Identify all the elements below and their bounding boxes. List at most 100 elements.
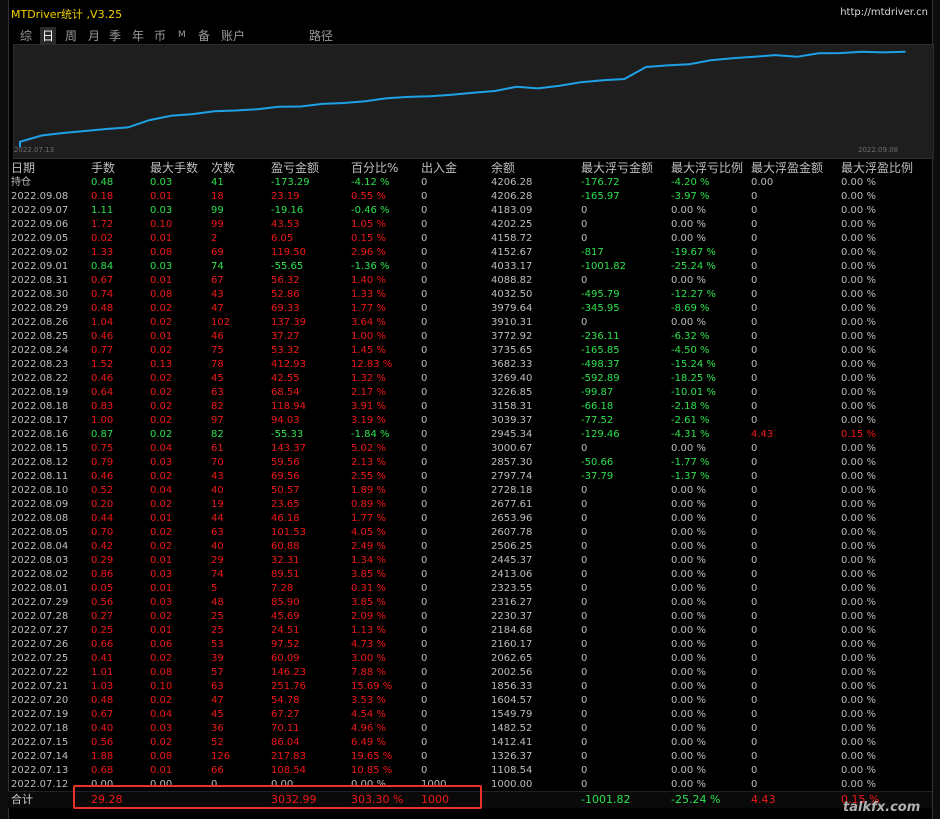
table-cell: 0 (581, 779, 588, 790)
table-row[interactable]: 2022.08.16 0.87 0.02 82 -55.33 -1.84 % 0 2945.3… (8, 428, 932, 442)
table-row[interactable]: 2022.08.08 0.44 0.01 44 46.18 1.77 % 0 2653.96 0… (8, 512, 932, 526)
table-cell: 0.00 % (671, 583, 706, 594)
table-row[interactable]: 2022.08.15 0.75 0.04 61 143.37 5.02 % 0 3000.67… (8, 442, 932, 456)
table-cell: 2.96 % (351, 247, 386, 258)
table-row[interactable]: 2022.08.17 1.00 0.02 97 94.03 3.19 % 0 3039.37 -… (8, 414, 932, 428)
table-row[interactable]: 2022.07.14 1.88 0.08 126 217.83 19.65 % 0 1326.… (8, 750, 932, 764)
column-header[interactable]: 百分比% (351, 160, 398, 176)
column-header[interactable]: 最大浮盈金额 (751, 160, 823, 176)
column-header[interactable]: 最大手数 (150, 160, 198, 176)
column-header[interactable]: 最大浮盈比例 (841, 160, 913, 176)
tab-quarter[interactable]: 季 (109, 27, 121, 44)
table-row[interactable]: 2022.07.19 0.67 0.04 45 67.27 4.54 % 0 1549.79 0… (8, 708, 932, 722)
table-cell: 146.23 (271, 667, 306, 678)
table-row[interactable]: 2022.07.27 0.25 0.01 25 24.51 1.13 % 0 2184.68 0… (8, 624, 932, 638)
table-cell: 0.00 % (841, 751, 876, 762)
table-cell: -3.97 % (671, 191, 710, 202)
column-header[interactable]: 次数 (211, 160, 235, 176)
table-cell: -345.95 (581, 303, 620, 314)
balance-point (450, 93, 453, 96)
table-cell: 2022.08.04 (11, 541, 69, 552)
table-cell: 6.49 % (351, 737, 386, 748)
table-cell: 4206.28 (491, 191, 533, 202)
table-cell: -19.67 % (671, 247, 716, 258)
table-row[interactable]: 2022.09.05 0.02 0.01 2 6.05 0.15 % 0 4158.72 0 0.… (8, 232, 932, 246)
table-row[interactable]: 2022.08.03 0.29 0.01 29 32.31 1.34 % 0 2445.37 0… (8, 554, 932, 568)
table-row[interactable]: 2022.08.09 0.20 0.02 19 23.65 0.89 % 0 2677.61 0… (8, 498, 932, 512)
column-header[interactable]: 出入金 (421, 160, 457, 176)
table-row[interactable]: 2022.07.26 0.66 0.06 53 97.52 4.73 % 0 2160.17 0… (8, 638, 932, 652)
balance-point (191, 113, 194, 115)
table-row[interactable]: 2022.07.21 1.03 0.10 63 251.76 15.69 % 0 1856.3… (8, 680, 932, 694)
table-cell: 2022.09.07 (11, 205, 69, 216)
table-row[interactable]: 2022.08.11 0.46 0.02 43 69.56 2.55 % 0 2797.74 -… (8, 470, 932, 484)
table-cell: -50.66 (581, 457, 614, 468)
table-row[interactable]: 2022.07.20 0.48 0.02 47 54.78 3.53 % 0 1604.57 0… (8, 694, 932, 708)
table-row[interactable]: 2022.08.30 0.74 0.08 43 52.86 1.33 % 0 4032.50 -… (8, 288, 932, 302)
tab-currency[interactable]: 币 (154, 27, 166, 44)
column-header[interactable]: 最大浮亏金额 (581, 160, 653, 176)
table-cell: -19.16 (271, 205, 304, 216)
table-row[interactable]: 2022.09.06 1.72 0.10 99 43.53 1.05 % 0 4202.25 0… (8, 218, 932, 232)
tab-magic[interactable]: M (178, 30, 186, 40)
table-row[interactable]: 2022.08.26 1.04 0.02 102 137.39 3.64 % 0 3910.3… (8, 316, 932, 330)
tab-month[interactable]: 月 (88, 27, 100, 44)
table-row[interactable]: 2022.08.29 0.48 0.02 47 69.33 1.77 % 0 3979.64 -… (8, 302, 932, 316)
table-row[interactable]: 2022.07.22 1.01 0.08 57 146.23 7.88 % 0 2002.56… (8, 666, 932, 680)
tab-week[interactable]: 周 (65, 27, 77, 44)
table-row[interactable]: 2022.09.01 0.84 0.03 74 -55.65 -1.36 % 0 4033.1… (8, 260, 932, 274)
table-cell: 0.52 (91, 485, 114, 496)
column-header[interactable]: 最大浮亏比例 (671, 160, 743, 176)
column-header[interactable]: 日期 (11, 160, 35, 176)
tab-overview[interactable]: 综 (20, 27, 32, 44)
table-cell: 3039.37 (491, 415, 533, 426)
table-cell: 0 (751, 583, 758, 594)
tab-year[interactable]: 年 (132, 27, 144, 44)
tab-path[interactable]: 路径 (309, 27, 333, 44)
tab-note[interactable]: 备 (198, 27, 210, 44)
table-row[interactable]: 2022.08.12 0.79 0.03 70 59.56 2.13 % 0 2857.30 -… (8, 456, 932, 470)
table-row[interactable]: 持仓 0.48 0.03 41 -173.29 -4.12 % 0 4206.28 -176.7… (8, 176, 932, 190)
table-cell: 0.46 (91, 471, 114, 482)
table-row[interactable]: 2022.07.25 0.41 0.02 39 60.09 3.00 % 0 2062.65 0… (8, 652, 932, 666)
table-cell: 43 (211, 289, 224, 300)
table-row[interactable]: 2022.07.28 0.27 0.02 25 45.69 2.09 % 0 2230.37 0… (8, 610, 932, 624)
table-row[interactable]: 2022.08.10 0.52 0.04 40 50.57 1.89 % 0 2728.18 0… (8, 484, 932, 498)
table-row[interactable]: 2022.08.01 0.05 0.01 5 7.28 0.31 % 0 2323.55 0 0.… (8, 582, 932, 596)
column-header[interactable]: 盈亏金额 (271, 160, 319, 176)
table-cell: 2.55 % (351, 471, 386, 482)
tab-account[interactable]: 账户 (221, 27, 245, 44)
table-row[interactable]: 2022.08.24 0.77 0.02 75 53.32 1.45 % 0 3735.65 -… (8, 344, 932, 358)
column-header[interactable]: 余额 (491, 160, 515, 176)
table-row[interactable]: 2022.09.02 1.33 0.08 69 119.50 2.96 % 0 4152.67… (8, 246, 932, 260)
table-cell: -176.72 (581, 177, 620, 188)
table-row[interactable]: 2022.08.25 0.46 0.01 46 37.27 1.00 % 0 3772.92 -… (8, 330, 932, 344)
table-cell: 0 (421, 751, 428, 762)
table-row[interactable]: 2022.07.15 0.56 0.02 52 86.04 6.49 % 0 1412.41 0… (8, 736, 932, 750)
table-row[interactable]: 2022.08.05 0.70 0.02 63 101.53 4.05 % 0 2607.78… (8, 526, 932, 540)
table-cell: 4.54 % (351, 709, 386, 720)
tab-day[interactable]: 日 (40, 27, 57, 44)
table-row[interactable]: 2022.08.18 0.83 0.02 82 118.94 3.91 % 0 3158.31… (8, 400, 932, 414)
column-header[interactable]: 手数 (91, 160, 115, 176)
table-row[interactable]: 2022.07.13 0.68 0.01 66 108.54 10.85 % 0 1108.5… (8, 764, 932, 778)
table-cell: -817 (581, 247, 604, 258)
table-cell: 0.10 (150, 681, 173, 692)
table-row[interactable]: 2022.08.04 0.42 0.02 40 60.88 2.49 % 0 2506.25 0… (8, 540, 932, 554)
table-cell: 持仓 (11, 177, 31, 188)
table-row[interactable]: 2022.09.07 1.11 0.03 99 -19.16 -0.46 % 0 4183.0… (8, 204, 932, 218)
table-row[interactable]: 2022.08.31 0.67 0.01 67 56.32 1.40 % 0 4088.82 0… (8, 274, 932, 288)
table-row[interactable]: 2022.08.22 0.46 0.02 45 42.55 1.32 % 0 3269.40 -… (8, 372, 932, 386)
table-row[interactable]: 2022.08.23 1.52 0.13 78 412.93 12.83 % 0 3682.3… (8, 358, 932, 372)
site-link[interactable]: http://mtdriver.cn (840, 7, 928, 18)
table-row[interactable]: 2022.08.02 0.86 0.03 74 89.51 3.85 % 0 2413.06 0… (8, 568, 932, 582)
table-cell: 0 (581, 737, 588, 748)
table-row[interactable]: 2022.07.18 0.40 0.03 36 70.11 4.96 % 0 1482.52 0… (8, 722, 932, 736)
table-row[interactable]: 2022.07.29 0.56 0.03 48 85.90 3.85 % 0 2316.27 0… (8, 596, 932, 610)
table-row[interactable]: 2022.08.19 0.64 0.02 63 68.54 2.17 % 0 3226.85 -… (8, 386, 932, 400)
table-cell: 0 (751, 387, 758, 398)
table-cell: 1108.54 (491, 765, 533, 776)
table-cell: 0.01 (150, 233, 173, 244)
table-row[interactable]: 2022.09.08 0.18 0.01 18 23.19 0.55 % 0 4206.28 -… (8, 190, 932, 204)
table-cell: 0.00 % (671, 639, 706, 650)
